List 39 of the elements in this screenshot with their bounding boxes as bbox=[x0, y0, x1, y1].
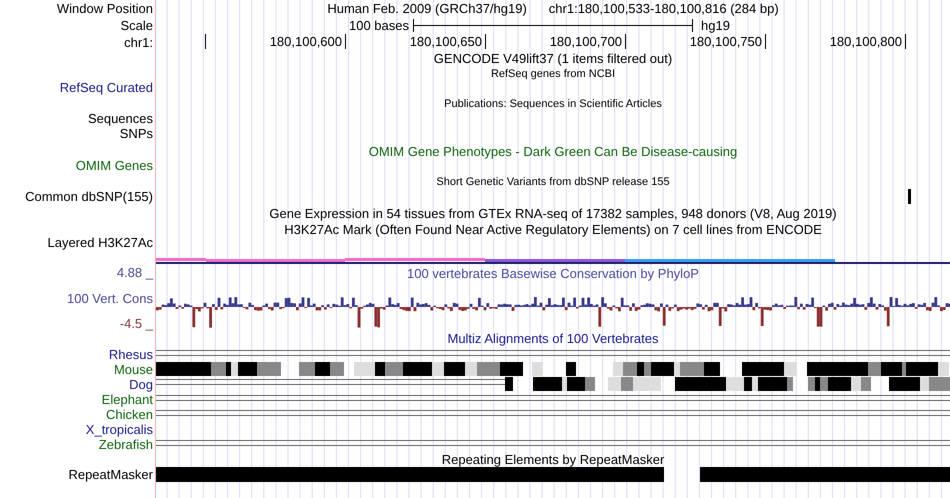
ruler-label: 180,100,800 bbox=[830, 34, 902, 49]
track-label: Mouse bbox=[114, 362, 154, 377]
track-label: Scale bbox=[120, 18, 154, 33]
track-title: Repeating Elements by RepeatMasker bbox=[440, 451, 666, 467]
track-label: Chicken bbox=[106, 407, 154, 422]
track-label: Dog bbox=[129, 377, 154, 392]
position-text: chr1:180,100,533-180,100,816 (284 bp) bbox=[548, 0, 779, 17]
track-title: Publications: Sequences in Scientific Articles bbox=[443, 97, 663, 112]
track-label: Rhesus bbox=[108, 347, 154, 362]
ruler-label: 180,100,600 bbox=[270, 34, 342, 49]
track-label: 4.88 _ bbox=[116, 265, 154, 280]
assembly-label: hg19 bbox=[700, 18, 730, 32]
ruler-label: 180,100,750 bbox=[690, 34, 762, 49]
track-label: Window Position bbox=[56, 1, 154, 16]
track-label: OMIM Genes bbox=[76, 158, 154, 173]
track-label: RefSeq Curated bbox=[60, 80, 154, 95]
track-label: Layered H3K27Ac bbox=[47, 235, 154, 250]
assembly-title: Human Feb. 2009 (GRCh37/hg19) bbox=[327, 0, 527, 17]
track-label: Common dbSNP(155) bbox=[25, 189, 154, 204]
ruler-label: 180,100,700 bbox=[550, 34, 622, 49]
track-label: Sequences bbox=[88, 111, 154, 126]
track-label: chr1: bbox=[124, 35, 154, 50]
track-title: RefSeq genes from NCBI bbox=[490, 67, 616, 82]
track-label: Elephant bbox=[102, 392, 154, 407]
track-title: H3K27Ac Mark (Often Found Near Active Regulatory Elements) on 7 cell lines from ENCODE bbox=[283, 221, 823, 237]
track-title: OMIM Gene Phenotypes - Dark Green Can Be Disease-causing bbox=[368, 143, 738, 159]
track-label: X_tropicalis bbox=[86, 422, 154, 437]
track-title: Multiz Alignments of 100 Vertebrates bbox=[446, 330, 660, 346]
track-title: 100 vertebrates Basewise Conservation by PhyloP bbox=[406, 265, 700, 281]
track-label: RepeatMasker bbox=[68, 467, 154, 482]
track-label: 100 Vert. Cons bbox=[67, 291, 154, 306]
track-label: Zebrafish bbox=[98, 437, 154, 452]
scale-label: 100 bases bbox=[349, 18, 410, 32]
track-label: SNPs bbox=[120, 126, 154, 141]
track-title: Short Genetic Variants from dbSNP release 155 bbox=[435, 175, 671, 190]
track-title: Gene Expression in 54 tissues from GTEx RNA-seq of 17382 samples, 948 donors (V8, Aug 2019) bbox=[268, 205, 838, 221]
ruler-label: 180,100,650 bbox=[410, 34, 482, 49]
track-title: GENCODE V49lift37 (1 items filtered out) bbox=[432, 50, 674, 66]
track-label: -4.5 _ bbox=[120, 316, 154, 331]
